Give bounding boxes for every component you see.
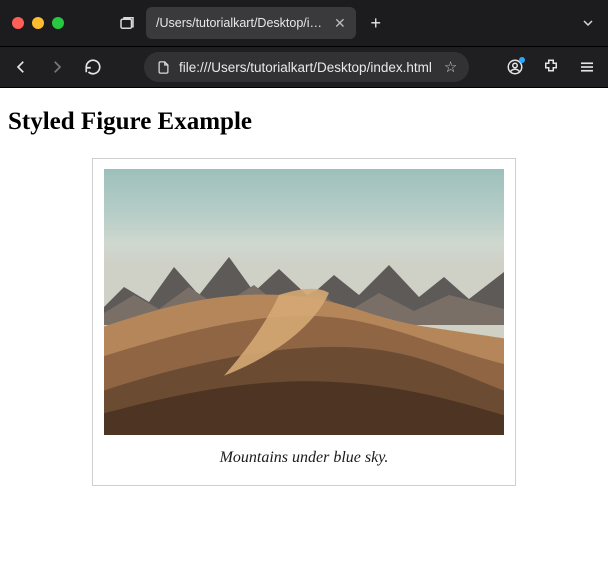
extensions-icon[interactable]	[542, 58, 560, 76]
page-content: Styled Figure Example Mountains un	[0, 88, 608, 498]
address-bar[interactable]: file:///Users/tutorialkart/Desktop/index…	[144, 52, 469, 82]
figure-image	[104, 169, 504, 435]
all-tabs-icon[interactable]	[118, 14, 136, 32]
back-button[interactable]	[12, 58, 30, 76]
menu-icon[interactable]	[578, 58, 596, 76]
close-tab-icon[interactable]: ✕	[334, 16, 346, 30]
new-tab-button[interactable]: +	[366, 14, 386, 32]
page-heading: Styled Figure Example	[8, 108, 600, 136]
url-text: file:///Users/tutorialkart/Desktop/index…	[179, 60, 432, 75]
figure-caption: Mountains under blue sky.	[103, 435, 505, 475]
reload-button[interactable]	[84, 58, 102, 76]
window-titlebar: /Users/tutorialkart/Desktop/index.ht ✕ +	[0, 0, 608, 46]
profile-icon[interactable]	[506, 58, 524, 76]
forward-button[interactable]	[48, 58, 66, 76]
tab-title: /Users/tutorialkart/Desktop/index.ht	[156, 16, 326, 30]
close-window-button[interactable]	[12, 17, 24, 29]
sand-dunes-icon	[104, 287, 504, 435]
browser-tab-active[interactable]: /Users/tutorialkart/Desktop/index.ht ✕	[146, 7, 356, 39]
minimize-window-button[interactable]	[32, 17, 44, 29]
maximize-window-button[interactable]	[52, 17, 64, 29]
nav-buttons	[12, 58, 102, 76]
traffic-lights	[12, 17, 64, 29]
tab-strip: /Users/tutorialkart/Desktop/index.ht ✕ +	[146, 7, 570, 39]
toolbar-right	[506, 58, 596, 76]
browser-toolbar: file:///Users/tutorialkart/Desktop/index…	[0, 46, 608, 88]
figure: Mountains under blue sky.	[92, 158, 516, 486]
bookmark-star-icon[interactable]: ☆	[444, 58, 457, 76]
chevron-down-icon[interactable]	[580, 15, 596, 31]
file-icon	[156, 60, 171, 75]
